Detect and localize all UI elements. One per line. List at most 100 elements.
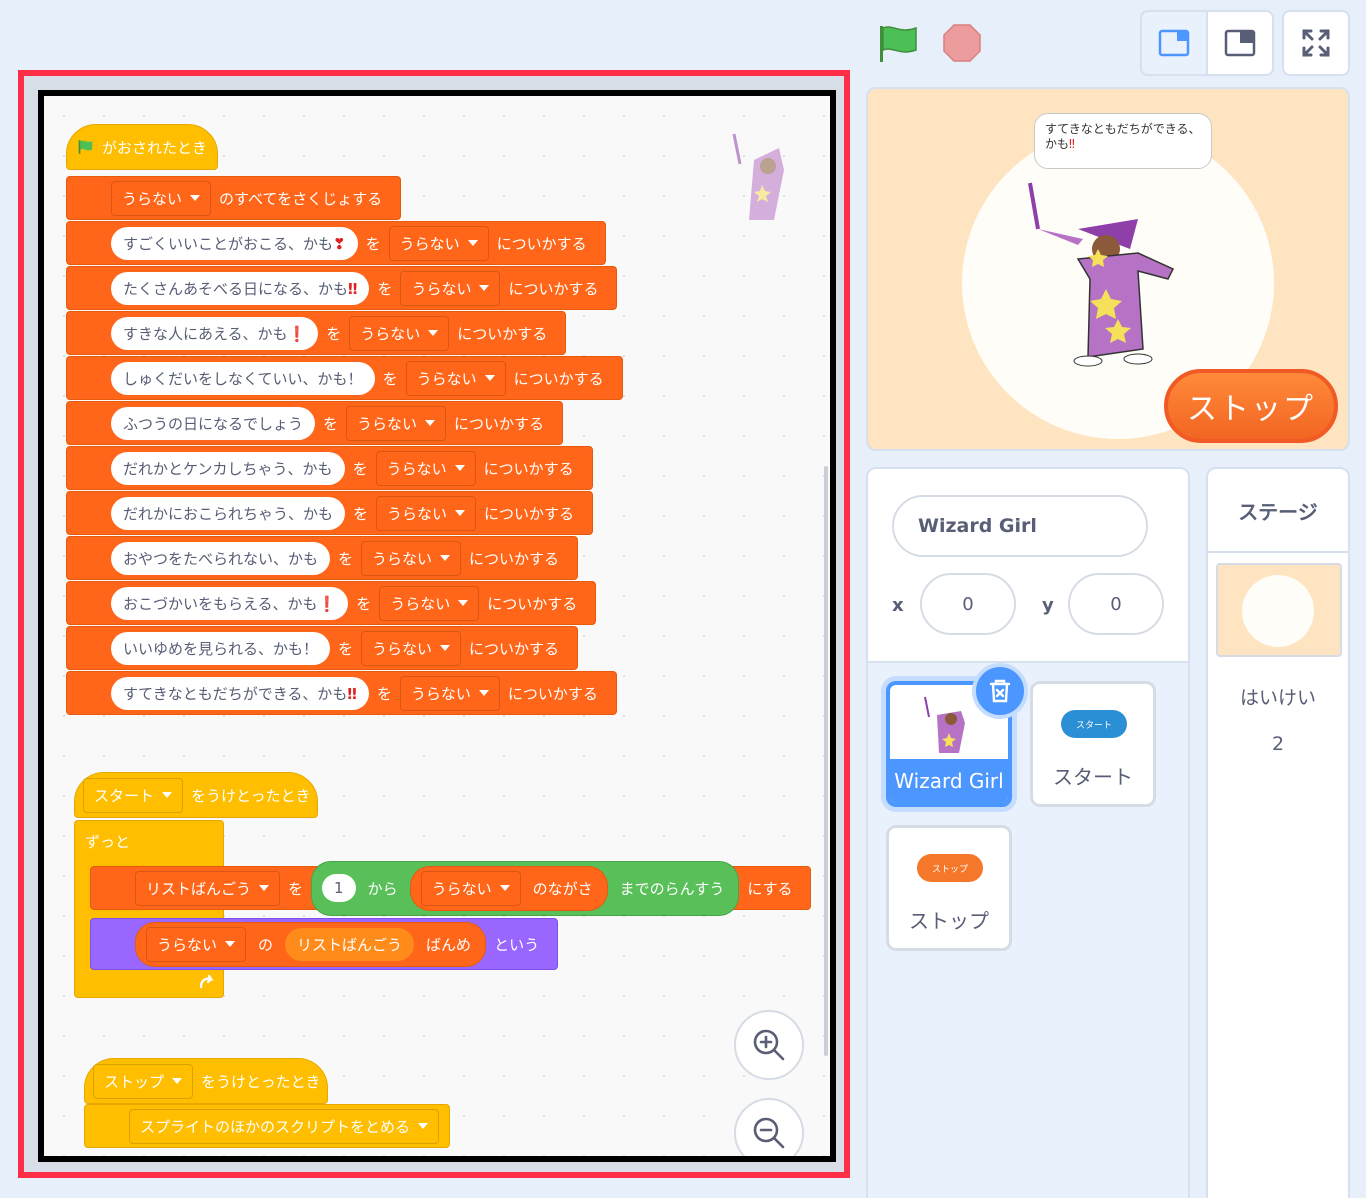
item-text-input[interactable]: だれかにおこられちゃう、かも bbox=[111, 496, 346, 530]
length-of-list-block[interactable]: うらない のながさ bbox=[409, 865, 608, 911]
item-mark: ‼ bbox=[347, 684, 357, 703]
sprite-info: Wizard Girl x 0 y 0 bbox=[868, 469, 1188, 663]
delete-sprite-button[interactable] bbox=[972, 663, 1028, 719]
variable-dropdown[interactable]: リストばんごう bbox=[135, 870, 281, 906]
when-flag-clicked-block[interactable]: がおされたとき bbox=[66, 124, 218, 170]
sprite-watermark bbox=[732, 133, 784, 220]
add-to-list-block[interactable]: おやつをたべられない、かもをうらない についかする bbox=[66, 536, 579, 580]
item-text-input[interactable]: すきな人にあえる、かも❗ bbox=[111, 316, 319, 350]
list-dropdown[interactable]: うらない bbox=[420, 870, 521, 906]
x-input[interactable]: 0 bbox=[920, 573, 1016, 635]
stop-other-scripts-block[interactable]: スプライトのほかのスクリプトをとめる bbox=[84, 1104, 451, 1148]
large-stage-button[interactable] bbox=[1206, 10, 1274, 76]
list-dropdown[interactable]: うらない bbox=[146, 926, 247, 962]
list-dropdown[interactable]: うらない bbox=[361, 630, 462, 666]
forever-label: ずっと bbox=[85, 833, 131, 851]
sprite-name-field[interactable]: Wizard Girl bbox=[892, 495, 1148, 557]
trash-icon bbox=[989, 679, 1011, 703]
list-dropdown[interactable]: うらない bbox=[375, 450, 476, 486]
green-flag-icon bbox=[78, 140, 93, 154]
say-label: という bbox=[494, 935, 540, 954]
sprite-name: ストップ bbox=[909, 909, 989, 933]
list-dropdown[interactable]: うらない bbox=[399, 675, 500, 711]
stop-icon[interactable] bbox=[942, 23, 982, 63]
list-dropdown[interactable]: うらない bbox=[349, 315, 450, 351]
scrollbar[interactable] bbox=[824, 466, 828, 1056]
add-to-list-block[interactable]: ふつうの日になるでしょうをうらない についかする bbox=[66, 401, 564, 445]
message-dropdown[interactable]: ストップ bbox=[93, 1063, 194, 1099]
message-dropdown[interactable]: スタート bbox=[83, 777, 184, 813]
script-workspace[interactable]: がおされたとき うらない のすべてをさくじょする すごくいいことがおこる、かも❣… bbox=[38, 90, 836, 1162]
list-dropdown[interactable]: うらない bbox=[379, 585, 480, 621]
when-i-receive-stop-block[interactable]: ストップ をうけとったとき bbox=[84, 1058, 328, 1104]
large-stage-icon bbox=[1224, 29, 1256, 57]
from-input[interactable]: 1 bbox=[322, 874, 356, 902]
random-label: までのらんすう bbox=[619, 879, 725, 898]
stop-option-dropdown[interactable]: スプライトのほかのスクリプトをとめる bbox=[129, 1108, 440, 1144]
zoom-out-button[interactable] bbox=[734, 1098, 804, 1156]
item-text-input[interactable]: いいゆめを見られる、かも！ bbox=[111, 631, 331, 665]
item-text: たくさんあそべる日になる、かも bbox=[123, 279, 349, 298]
small-stage-button[interactable] bbox=[1140, 10, 1208, 76]
start-thumbnail: スタート bbox=[1061, 710, 1127, 738]
item-mark: ❗ bbox=[317, 594, 337, 613]
add-to-list-block[interactable]: おこづかいをもらえる、かも❗ をうらない についかする bbox=[66, 581, 597, 625]
stage-selector[interactable]: ステージ はいけい 2 bbox=[1206, 467, 1350, 1198]
green-flag-icon[interactable] bbox=[876, 22, 920, 66]
add-to-list-block[interactable]: すごくいいことがおこる、かも❣ をうらない についかする bbox=[66, 221, 606, 265]
item-text-input[interactable]: だれかとケンカしちゃう、かも bbox=[111, 451, 345, 485]
stop-sprite-button[interactable]: ストップ bbox=[1164, 369, 1338, 443]
item-text-input[interactable]: すてきなともだちができる、かも‼ bbox=[111, 676, 369, 710]
item-text-input[interactable]: しゅくだいをしなくていい、かも！ bbox=[111, 361, 375, 395]
list-dropdown[interactable]: うらない bbox=[388, 225, 489, 261]
add-to-list-block[interactable]: だれかとケンカしちゃう、かもをうらない についかする bbox=[66, 446, 593, 490]
pick-random-block[interactable]: 1 から うらない のながさ までのらんすう bbox=[311, 860, 740, 916]
say-block[interactable]: うらない の リストばんごう ばんめ という bbox=[90, 918, 559, 970]
add-to-list-block[interactable]: すてきなともだちができる、かも‼ をうらない についかする bbox=[66, 671, 617, 715]
stage-thumbnail[interactable] bbox=[1216, 563, 1342, 657]
variable-reporter[interactable]: リストばんごう bbox=[285, 927, 415, 961]
fullscreen-button[interactable] bbox=[1282, 10, 1350, 76]
add-to-list-block[interactable]: しゅくだいをしなくていい、かも！ をうらない についかする bbox=[66, 356, 623, 400]
add-tail-label: についかする bbox=[508, 279, 599, 298]
zoom-out-icon bbox=[753, 1117, 785, 1149]
nth-label: ばんめ bbox=[426, 935, 472, 954]
add-op-label: を bbox=[356, 594, 372, 613]
list-dropdown[interactable]: うらない bbox=[405, 360, 506, 396]
y-input[interactable]: 0 bbox=[1068, 573, 1164, 635]
speech-bubble: すてきなともだちができる、かも‼ bbox=[1034, 113, 1212, 169]
list-dropdown[interactable]: うらない bbox=[111, 180, 212, 216]
add-to-list-block[interactable]: すきな人にあえる、かも❗ をうらない についかする bbox=[66, 311, 567, 355]
set-tail-label: にする bbox=[747, 879, 793, 898]
zoom-in-button[interactable] bbox=[734, 1010, 804, 1080]
item-text-input[interactable]: たくさんあそべる日になる、かも‼ bbox=[111, 271, 370, 305]
list-dropdown[interactable]: うらない bbox=[376, 495, 477, 531]
stage-canvas[interactable]: すてきなともだちができる、かも‼ ストップ bbox=[866, 87, 1350, 451]
add-to-list-block[interactable]: いいゆめを見られる、かも！ をうらない についかする bbox=[66, 626, 579, 670]
sprite-tile-start[interactable]: スタート スタート bbox=[1030, 681, 1156, 807]
add-to-list-block[interactable]: だれかにおこられちゃう、かもをうらない についかする bbox=[66, 491, 594, 535]
list-dropdown[interactable]: うらない bbox=[346, 405, 447, 441]
item-of-list-block[interactable]: うらない の リストばんごう ばんめ bbox=[135, 921, 487, 967]
item-text-input[interactable]: おこづかいをもらえる、かも❗ bbox=[111, 586, 349, 620]
item-text: すごくいいことがおこる、かも bbox=[123, 234, 334, 253]
item-text-input[interactable]: すごくいいことがおこる、かも❣ bbox=[111, 226, 358, 260]
add-to-list-block[interactable]: たくさんあそべる日になる、かも‼ をうらない についかする bbox=[66, 266, 618, 310]
item-text-input[interactable]: おやつをたべられない、かも bbox=[111, 541, 331, 575]
item-text: すきな人にあえる、かも bbox=[123, 324, 288, 343]
item-text: おやつをたべられない、かも bbox=[123, 549, 319, 568]
block-label: のすべてをさくじょする bbox=[219, 189, 383, 208]
list-dropdown[interactable]: うらない bbox=[361, 540, 462, 576]
code-area-highlight: がおされたとき うらない のすべてをさくじょする すごくいいことがおこる、かも❣… bbox=[18, 70, 850, 1178]
item-text-input[interactable]: ふつうの日になるでしょう bbox=[111, 406, 316, 440]
sprite-tile-stop[interactable]: ストップ ストップ bbox=[886, 825, 1012, 951]
length-label: のながさ bbox=[532, 879, 593, 898]
add-op-label: を bbox=[376, 684, 392, 703]
set-variable-block[interactable]: リストばんごう を 1 から うらない のながさ までのらんすう にする bbox=[90, 860, 812, 916]
backdrops-label: はいけい bbox=[1239, 687, 1316, 709]
list-dropdown[interactable]: うらない bbox=[400, 270, 501, 306]
delete-all-block[interactable]: うらない のすべてをさくじょする bbox=[66, 176, 402, 220]
item-text: おこづかいをもらえる、かも bbox=[123, 594, 318, 613]
when-i-receive-start-block[interactable]: スタート をうけとったとき bbox=[74, 772, 318, 818]
wizard-girl-sprite[interactable] bbox=[1018, 179, 1198, 369]
